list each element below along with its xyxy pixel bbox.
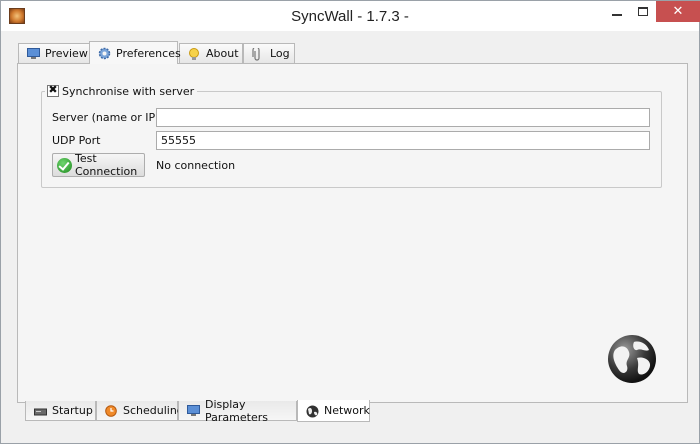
server-label: Server (name or IP) — [52, 111, 160, 124]
test-connection-label: Test Connection — [75, 152, 138, 178]
gear-icon — [98, 47, 111, 60]
minimize-button[interactable] — [603, 1, 630, 22]
globe-small-icon — [306, 405, 319, 417]
connection-status: No connection — [156, 159, 236, 172]
tab-startup-label: Startup — [52, 404, 93, 417]
tab-network[interactable]: Network — [297, 400, 370, 422]
globe-icon — [607, 334, 657, 384]
udp-port-label: UDP Port — [52, 134, 101, 147]
tab-startup[interactable]: Startup — [25, 401, 96, 421]
tab-network-label: Network — [324, 404, 370, 417]
sync-checkbox-row[interactable]: ✖ Synchronise with server — [45, 83, 198, 98]
checkbox-check-icon: ✖ — [48, 83, 58, 96]
close-button[interactable]: ✕ — [656, 1, 700, 22]
lightbulb-icon — [188, 47, 201, 60]
check-icon — [57, 157, 72, 173]
tab-preview[interactable]: Preview — [18, 43, 90, 63]
tab-preferences[interactable]: Preferences — [89, 41, 181, 64]
tab-log-label: Log — [270, 47, 290, 60]
minimize-icon — [611, 13, 622, 16]
tab-log[interactable]: Log — [243, 43, 295, 63]
sync-checkbox[interactable]: ✖ — [47, 83, 59, 97]
tab-about[interactable]: About — [179, 43, 243, 63]
clock-icon — [105, 404, 118, 417]
close-icon: ✕ — [672, 4, 684, 19]
tab-display-parameters[interactable]: Display Parameters — [178, 397, 297, 424]
tab-scheduling[interactable]: Scheduling — [96, 401, 184, 421]
tab-about-label: About — [206, 47, 239, 60]
window-title: SyncWall - 1.7.3 - — [291, 8, 409, 25]
tab-display-parameters-label: Display Parameters — [205, 397, 268, 424]
tab-preview-label: Preview — [45, 47, 88, 60]
server-input[interactable] — [156, 108, 650, 127]
tab-scheduling-label: Scheduling — [123, 404, 184, 417]
paperclip-icon — [252, 45, 265, 61]
test-connection-button[interactable]: Test Connection — [52, 152, 145, 178]
app-window: SyncWall - 1.7.3 - ✕ Preview Preferences… — [0, 0, 700, 444]
sync-checkbox-label: Synchronise with server — [62, 84, 195, 98]
title-bar[interactable]: SyncWall - 1.7.3 - ✕ — [1, 1, 700, 31]
monitor-icon — [27, 47, 40, 60]
udp-port-input[interactable] — [156, 131, 650, 150]
computer-icon — [34, 405, 47, 417]
tab-preferences-label: Preferences — [116, 46, 181, 60]
maximize-icon — [638, 7, 648, 16]
display-icon — [187, 404, 200, 417]
maximize-button[interactable] — [630, 1, 656, 22]
